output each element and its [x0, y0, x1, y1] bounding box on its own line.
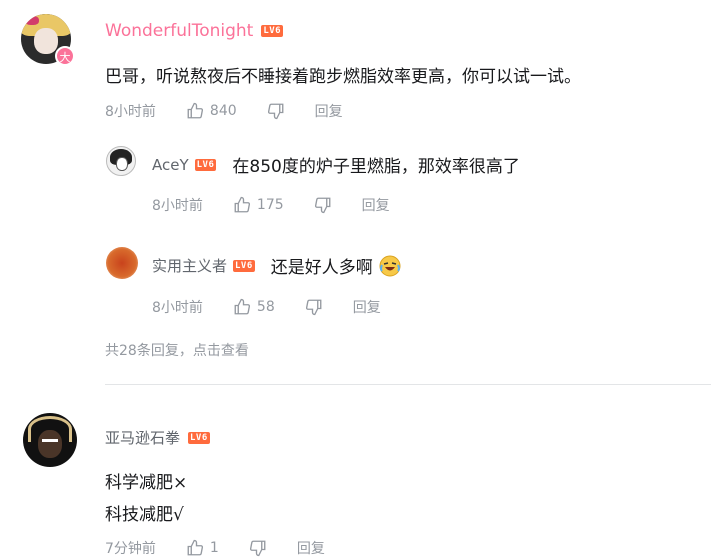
reply-avatar[interactable] — [106, 247, 138, 279]
like-icon[interactable] — [186, 539, 204, 557]
comment-actions: 8小时前 840 回复 — [105, 101, 343, 121]
like-icon[interactable] — [233, 196, 251, 214]
level-badge: LV6 — [188, 431, 210, 444]
comment-time: 7分钟前 — [105, 541, 156, 557]
crying-laughing-emoji — [379, 255, 401, 277]
dislike-icon[interactable] — [314, 196, 332, 214]
dislike-icon[interactable] — [305, 298, 323, 316]
reply-row: 实用主义者 LV6 还是好人多啊 — [152, 253, 401, 278]
reply-text: 在850度的炉子里燃脂，那效率很高了 — [232, 157, 520, 177]
comment-text-line: 科学减肥× — [105, 473, 188, 493]
reply-row: AceY LV6 在850度的炉子里燃脂，那效率很高了 — [152, 152, 520, 178]
dislike-icon[interactable] — [267, 102, 285, 120]
like-count: 175 — [256, 197, 284, 213]
reply-actions: 8小时前 175 回复 — [152, 195, 390, 215]
reply-button[interactable]: 回复 — [353, 297, 381, 317]
user-avatar[interactable] — [23, 413, 77, 467]
vip-badge: 大 — [55, 46, 75, 66]
comment-header: WonderfulTonight LV6 — [105, 21, 284, 41]
like-icon[interactable] — [233, 298, 251, 316]
dislike-icon[interactable] — [249, 539, 267, 557]
like-icon[interactable] — [186, 102, 204, 120]
comment-text: 巴哥，听说熬夜后不睡接着跑步燃脂效率更高，你可以试一试。 — [105, 67, 581, 87]
reply-button[interactable]: 回复 — [362, 195, 390, 215]
level-badge: LV6 — [194, 158, 217, 171]
reply-avatar[interactable] — [106, 146, 136, 176]
like-count: 58 — [256, 299, 275, 315]
like-count: 1 — [209, 540, 219, 556]
view-more-replies-link[interactable]: 共28条回复，点击查看 — [105, 340, 249, 360]
reply-username[interactable]: 实用主义者 — [152, 255, 227, 276]
reply-time: 8小时前 — [152, 198, 203, 214]
comment-text-line: 科技减肥√ — [105, 505, 184, 525]
comment-header: 亚马逊石拳 LV6 — [105, 427, 210, 448]
username[interactable]: 亚马逊石拳 — [105, 427, 180, 448]
reply-text: 还是好人多啊 — [270, 258, 373, 278]
level-badge: LV6 — [261, 25, 284, 37]
comment-actions: 7分钟前 1 回复 — [105, 538, 325, 558]
divider — [105, 384, 711, 385]
username[interactable]: WonderfulTonight — [105, 21, 253, 41]
reply-button[interactable]: 回复 — [297, 538, 325, 558]
like-count: 840 — [209, 103, 237, 119]
reply-username[interactable]: AceY — [152, 156, 189, 174]
reply-button[interactable]: 回复 — [315, 101, 343, 121]
reply-actions: 8小时前 58 回复 — [152, 297, 381, 317]
comment-time: 8小时前 — [105, 104, 156, 120]
reply-time: 8小时前 — [152, 300, 203, 316]
level-badge: LV6 — [233, 259, 255, 272]
